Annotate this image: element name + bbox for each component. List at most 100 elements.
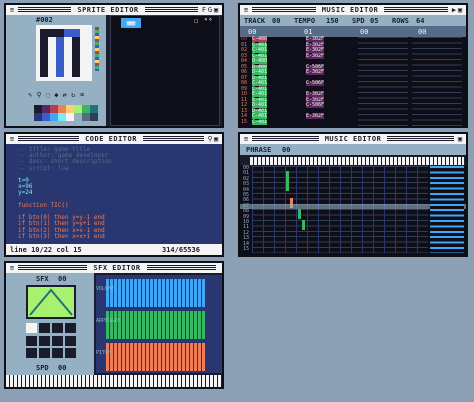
waveform-buttons	[26, 323, 76, 359]
code-line[interactable]: y=24	[18, 190, 32, 196]
sfx-label: SFX	[36, 275, 49, 283]
code-size: 314/65536	[162, 246, 200, 254]
sfx-value[interactable]: 00	[58, 275, 66, 283]
waveform-slot[interactable]	[26, 323, 37, 333]
palette-swatch[interactable]	[66, 105, 74, 113]
waveform-slot[interactable]	[26, 335, 37, 346]
track-value[interactable]: 00	[272, 17, 280, 25]
note-cell[interactable]: C-401	[252, 119, 268, 125]
empty-channel[interactable]	[358, 37, 408, 126]
code-line[interactable]: function TIC()	[18, 202, 69, 209]
note-cell[interactable]: C-506F	[306, 81, 325, 86]
code-line[interactable]: -- script: lua	[18, 165, 69, 172]
menu-icon[interactable]: ≡	[243, 6, 249, 14]
speed-value[interactable]: 00	[58, 364, 66, 372]
phrase-label: PHRASE	[246, 146, 272, 154]
code-editor-title: CODE EDITOR	[85, 135, 137, 143]
sfx-editor-titlebar: ≡ SFX EDITOR	[6, 263, 222, 273]
note-cell[interactable]: E-302F	[306, 53, 325, 59]
menu-icon[interactable]: ≡	[9, 135, 15, 143]
palette-swatch[interactable]	[42, 113, 50, 121]
status-bar: line 10/22 col 15 314/65536	[6, 244, 222, 255]
menu-icon[interactable]: ≡	[9, 6, 15, 14]
code-line[interactable]: if btn(3) then x=x+1 end	[18, 233, 105, 240]
palette-swatch[interactable]	[34, 105, 42, 113]
tracker-grid[interactable]: 00 01 02 03 04 05 06 07 08 09 10 11 12 13 14 15 C-400 E-3…	[240, 37, 466, 126]
music-editor-titlebar: ≡ MUSIC EDITOR ▶ ▣	[240, 5, 466, 15]
waveform-slot[interactable]	[26, 348, 37, 359]
sprite-canvas[interactable]	[36, 25, 92, 81]
waveform-slot[interactable]	[65, 348, 76, 359]
waveform-slot[interactable]	[52, 335, 63, 346]
code-editor-titlebar: ≡ CODE EDITOR ⚲ ▣	[6, 134, 222, 144]
effect-column[interactable]	[430, 166, 464, 253]
speed-value[interactable]: 05	[370, 17, 378, 25]
menu-icon[interactable]: ≡	[243, 135, 249, 143]
note-cell[interactable]: E-302F	[306, 114, 325, 119]
waveform-icon	[29, 288, 73, 316]
waveform-slot[interactable]	[39, 348, 50, 359]
palette-swatch[interactable]	[82, 105, 90, 113]
fullscreen-icon[interactable]: ▣	[457, 135, 463, 143]
pitch-envelope[interactable]	[106, 343, 206, 371]
sprite-editor-window: ≡ SPRITE EDITOR F G ▣ #002 ✎ ⚲ ⬚ ◆ ⇄ ↻ ⌫…	[4, 3, 224, 128]
sprite-editor-title: SPRITE EDITOR	[77, 6, 139, 14]
palette-swatch[interactable]	[50, 105, 58, 113]
tempo-value[interactable]: 150	[326, 17, 339, 25]
channel-4[interactable]: 00	[418, 28, 426, 36]
sprite-index: #002	[36, 16, 53, 24]
waveform-slot[interactable]	[65, 335, 76, 346]
flip-icon[interactable]: ⇄	[63, 91, 67, 99]
palette-swatch[interactable]	[90, 113, 98, 121]
picker-icon[interactable]: ⚲	[36, 91, 41, 99]
tempo-label: TEMPO	[294, 17, 316, 25]
waveform-slot[interactable]	[52, 348, 63, 359]
erase-icon[interactable]: ⌫	[80, 91, 84, 99]
sfx-piano[interactable]	[6, 375, 222, 387]
palette-swatch[interactable]	[74, 113, 82, 121]
volume-envelope[interactable]	[106, 279, 206, 307]
channel-3[interactable]: 00	[360, 28, 368, 36]
piano-roll-grid[interactable]: 00010203040506070809101112131415	[240, 166, 466, 255]
empty-channel[interactable]	[412, 37, 462, 126]
pen-icon[interactable]: ✎	[28, 91, 32, 99]
note-block[interactable]	[302, 220, 305, 230]
waveform-slot[interactable]	[65, 323, 76, 333]
rows-value[interactable]: 64	[416, 17, 424, 25]
menu-icon[interactable]: ≡	[9, 264, 15, 272]
code-lines[interactable]: -- title: game title -- author: game deve…	[18, 147, 218, 243]
fullscreen-icon[interactable]: ▣	[213, 135, 219, 143]
palette-swatch[interactable]	[58, 105, 66, 113]
sprites-button[interactable]: ᴿ⁶	[204, 17, 212, 25]
pitch-label: PITCH	[96, 350, 112, 356]
palette-swatch[interactable]	[66, 113, 74, 121]
channel-1[interactable]: 00	[248, 28, 256, 36]
waveform-slot[interactable]	[39, 323, 50, 333]
note-block[interactable]	[286, 171, 289, 192]
palette-swatch[interactable]	[82, 113, 90, 121]
palette-swatch[interactable]	[58, 113, 66, 121]
note-cell[interactable]: C-506F	[306, 103, 325, 108]
arpeggio-envelope[interactable]	[106, 311, 206, 339]
palette-swatch[interactable]	[90, 105, 98, 113]
tiles-button[interactable]: ☐	[194, 17, 198, 25]
roll-grid[interactable]	[252, 166, 428, 253]
tile-bank[interactable]: ▦▦	[110, 15, 220, 126]
palette-swatch[interactable]	[34, 113, 42, 121]
palette-swatch[interactable]	[42, 105, 50, 113]
rotate-icon[interactable]: ↻	[71, 91, 75, 99]
channel-2[interactable]: 01	[304, 28, 312, 36]
piano-keys[interactable]	[250, 157, 464, 165]
color-palette[interactable]	[34, 105, 98, 121]
palette-swatch[interactable]	[74, 105, 82, 113]
select-icon[interactable]: ⬚	[46, 91, 50, 99]
fullscreen-icon[interactable]: ▣	[213, 6, 219, 14]
phrase-value[interactable]: 00	[282, 146, 290, 154]
palette-swatch[interactable]	[50, 113, 58, 121]
fill-icon[interactable]: ◆	[54, 91, 58, 99]
note-block[interactable]	[298, 209, 301, 220]
waveform-slot[interactable]	[39, 335, 50, 346]
waveform-slot[interactable]	[52, 323, 63, 333]
note-cell[interactable]: E-302F	[306, 70, 325, 75]
fullscreen-icon[interactable]: ▣	[457, 6, 463, 14]
